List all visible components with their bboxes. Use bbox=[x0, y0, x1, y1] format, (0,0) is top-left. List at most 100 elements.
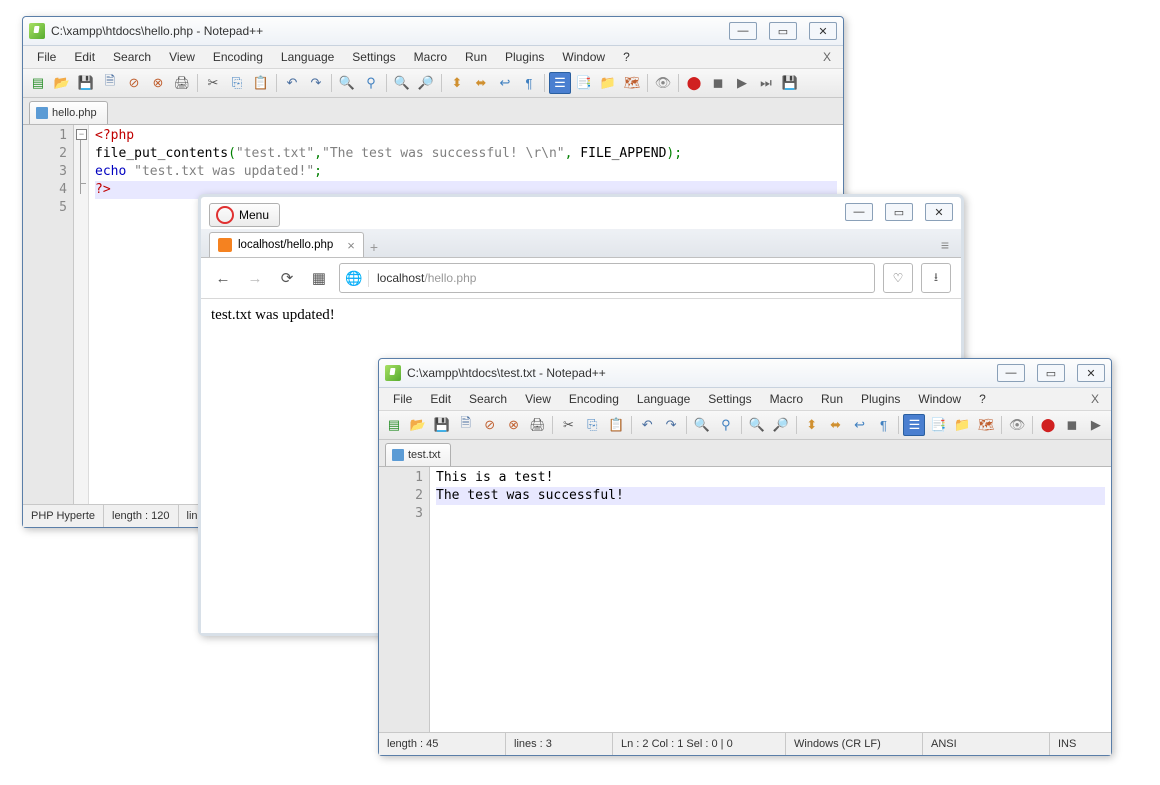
record-icon[interactable]: ⬤ bbox=[683, 72, 705, 94]
titlebar[interactable]: C:\xampp\htdocs\hello.php - Notepad++ — … bbox=[23, 17, 843, 46]
menu-file[interactable]: File bbox=[29, 48, 64, 66]
speed-dial-icon[interactable]: ▦ bbox=[307, 266, 331, 290]
tab-close-icon[interactable]: × bbox=[347, 238, 355, 253]
stop-icon[interactable]: ◼ bbox=[1061, 414, 1083, 436]
sync-v-icon[interactable]: ⬍ bbox=[801, 414, 823, 436]
funclist-icon[interactable]: 📑 bbox=[573, 72, 595, 94]
npp-window-test[interactable]: C:\xampp\htdocs\test.txt - Notepad++ — ▭… bbox=[378, 358, 1112, 756]
zoom-out-icon[interactable]: 🔎 bbox=[415, 72, 437, 94]
close-button[interactable]: ✕ bbox=[925, 203, 953, 221]
menubar[interactable]: File Edit Search View Encoding Language … bbox=[23, 46, 843, 69]
menubar[interactable]: File Edit Search View Encoding Language … bbox=[379, 388, 1111, 411]
zoom-out-icon[interactable]: 🔎 bbox=[770, 414, 792, 436]
monitor-icon[interactable]: 👁 bbox=[1006, 414, 1028, 436]
browser-tabbar[interactable]: localhost/hello.php × + ≡ bbox=[201, 229, 961, 258]
forward-button[interactable]: → bbox=[243, 266, 267, 290]
zoom-in-icon[interactable]: 🔍 bbox=[391, 72, 413, 94]
zoom-in-icon[interactable]: 🔍 bbox=[746, 414, 768, 436]
minimize-button[interactable]: — bbox=[729, 22, 757, 40]
close-all-icon[interactable]: ⊗ bbox=[503, 414, 525, 436]
file-tab-test[interactable]: test.txt bbox=[385, 443, 451, 466]
downloads-icon[interactable]: ⭳ bbox=[921, 263, 951, 293]
save-icon[interactable]: 💾 bbox=[431, 414, 453, 436]
bookmark-icon[interactable]: ♡ bbox=[883, 263, 913, 293]
copy-icon[interactable]: ⎘ bbox=[226, 72, 248, 94]
menu-macro[interactable]: Macro bbox=[406, 48, 455, 66]
redo-icon[interactable]: ↷ bbox=[660, 414, 682, 436]
docmap-icon[interactable]: 🗺 bbox=[975, 414, 997, 436]
address-bar[interactable]: 🌐 localhost/hello.php bbox=[339, 263, 875, 293]
open-icon[interactable]: 📂 bbox=[407, 414, 429, 436]
menubar-close-icon[interactable]: X bbox=[817, 50, 837, 64]
opera-menu-button[interactable]: Menu bbox=[209, 203, 280, 227]
print-icon[interactable]: 🖨 bbox=[171, 72, 193, 94]
close-file-icon[interactable]: ⊘ bbox=[479, 414, 501, 436]
redo-icon[interactable]: ↷ bbox=[305, 72, 327, 94]
play-icon[interactable]: ▶ bbox=[731, 72, 753, 94]
menu-settings[interactable]: Settings bbox=[700, 390, 759, 408]
paste-icon[interactable]: 📋 bbox=[250, 72, 272, 94]
monitor-icon[interactable]: 👁 bbox=[652, 72, 674, 94]
find-icon[interactable]: 🔍 bbox=[336, 72, 358, 94]
titlebar[interactable]: C:\xampp\htdocs\test.txt - Notepad++ — ▭… bbox=[379, 359, 1111, 388]
menu-plugins[interactable]: Plugins bbox=[853, 390, 908, 408]
tabbar[interactable]: hello.php bbox=[23, 98, 843, 125]
new-tab-icon[interactable]: + bbox=[370, 239, 378, 257]
menubar-close-icon[interactable]: X bbox=[1085, 392, 1105, 406]
paste-icon[interactable]: 📋 bbox=[605, 414, 627, 436]
indentguide-icon[interactable]: ☰ bbox=[903, 414, 925, 436]
menu-file[interactable]: File bbox=[385, 390, 420, 408]
menu-run[interactable]: Run bbox=[813, 390, 851, 408]
menu-settings[interactable]: Settings bbox=[344, 48, 403, 66]
fold-toggle-icon[interactable]: − bbox=[76, 129, 87, 140]
toolbar[interactable]: ▤ 📂 💾 🗎 ⊘ ⊗ 🖨 ✂ ⎘ 📋 ↶ ↷ 🔍 ⚲ 🔍 🔎 ⬍ ⬌ ↩ ¶ … bbox=[23, 69, 843, 98]
save-all-icon[interactable]: 🗎 bbox=[455, 414, 477, 436]
save-icon[interactable]: 💾 bbox=[75, 72, 97, 94]
menu-language[interactable]: Language bbox=[629, 390, 698, 408]
menu-help[interactable]: ? bbox=[615, 48, 638, 66]
menu-edit[interactable]: Edit bbox=[66, 48, 103, 66]
toolbar[interactable]: ▤ 📂 💾 🗎 ⊘ ⊗ 🖨 ✂ ⎘ 📋 ↶ ↷ 🔍 ⚲ 🔍 🔎 ⬍ ⬌ ↩ ¶ … bbox=[379, 411, 1111, 440]
url-text[interactable]: localhost/hello.php bbox=[369, 271, 874, 285]
site-info-icon[interactable]: 🌐 bbox=[340, 270, 369, 287]
savemacro-icon[interactable]: 💾 bbox=[779, 72, 801, 94]
new-icon[interactable]: ▤ bbox=[383, 414, 405, 436]
funclist-icon[interactable]: 📑 bbox=[927, 414, 949, 436]
minimize-button[interactable]: — bbox=[845, 203, 873, 221]
maximize-button[interactable]: ▭ bbox=[885, 203, 913, 221]
browser-tab[interactable]: localhost/hello.php × bbox=[209, 232, 364, 257]
stop-icon[interactable]: ◼ bbox=[707, 72, 729, 94]
sync-v-icon[interactable]: ⬍ bbox=[446, 72, 468, 94]
print-icon[interactable]: 🖨 bbox=[527, 414, 549, 436]
maximize-button[interactable]: ▭ bbox=[1037, 364, 1065, 382]
cut-icon[interactable]: ✂ bbox=[557, 414, 579, 436]
menu-view[interactable]: View bbox=[517, 390, 559, 408]
back-button[interactable]: ← bbox=[211, 266, 235, 290]
file-tab-hello[interactable]: hello.php bbox=[29, 101, 108, 124]
menu-encoding[interactable]: Encoding bbox=[561, 390, 627, 408]
menu-macro[interactable]: Macro bbox=[762, 390, 811, 408]
menu-run[interactable]: Run bbox=[457, 48, 495, 66]
playmulti-icon[interactable]: ⏭ bbox=[755, 72, 777, 94]
close-file-icon[interactable]: ⊘ bbox=[123, 72, 145, 94]
menu-encoding[interactable]: Encoding bbox=[205, 48, 271, 66]
code-area[interactable]: This is a test! The test was successful! bbox=[430, 467, 1111, 732]
nav-toolbar[interactable]: ← → ⟳ ▦ 🌐 localhost/hello.php ♡ ⭳ bbox=[201, 258, 961, 299]
menu-edit[interactable]: Edit bbox=[422, 390, 459, 408]
undo-icon[interactable]: ↶ bbox=[636, 414, 658, 436]
close-button[interactable]: ✕ bbox=[1077, 364, 1105, 382]
show-chars-icon[interactable]: ¶ bbox=[518, 72, 540, 94]
replace-icon[interactable]: ⚲ bbox=[715, 414, 737, 436]
wrap-icon[interactable]: ↩ bbox=[494, 72, 516, 94]
menu-search[interactable]: Search bbox=[461, 390, 515, 408]
close-button[interactable]: ✕ bbox=[809, 22, 837, 40]
menu-search[interactable]: Search bbox=[105, 48, 159, 66]
show-chars-icon[interactable]: ¶ bbox=[873, 414, 895, 436]
folder-icon[interactable]: 📁 bbox=[597, 72, 619, 94]
menu-help[interactable]: ? bbox=[971, 390, 994, 408]
open-icon[interactable]: 📂 bbox=[51, 72, 73, 94]
menu-window[interactable]: Window bbox=[910, 390, 969, 408]
tab-menu-icon[interactable]: ≡ bbox=[941, 237, 953, 257]
folder-icon[interactable]: 📁 bbox=[951, 414, 973, 436]
replace-icon[interactable]: ⚲ bbox=[360, 72, 382, 94]
